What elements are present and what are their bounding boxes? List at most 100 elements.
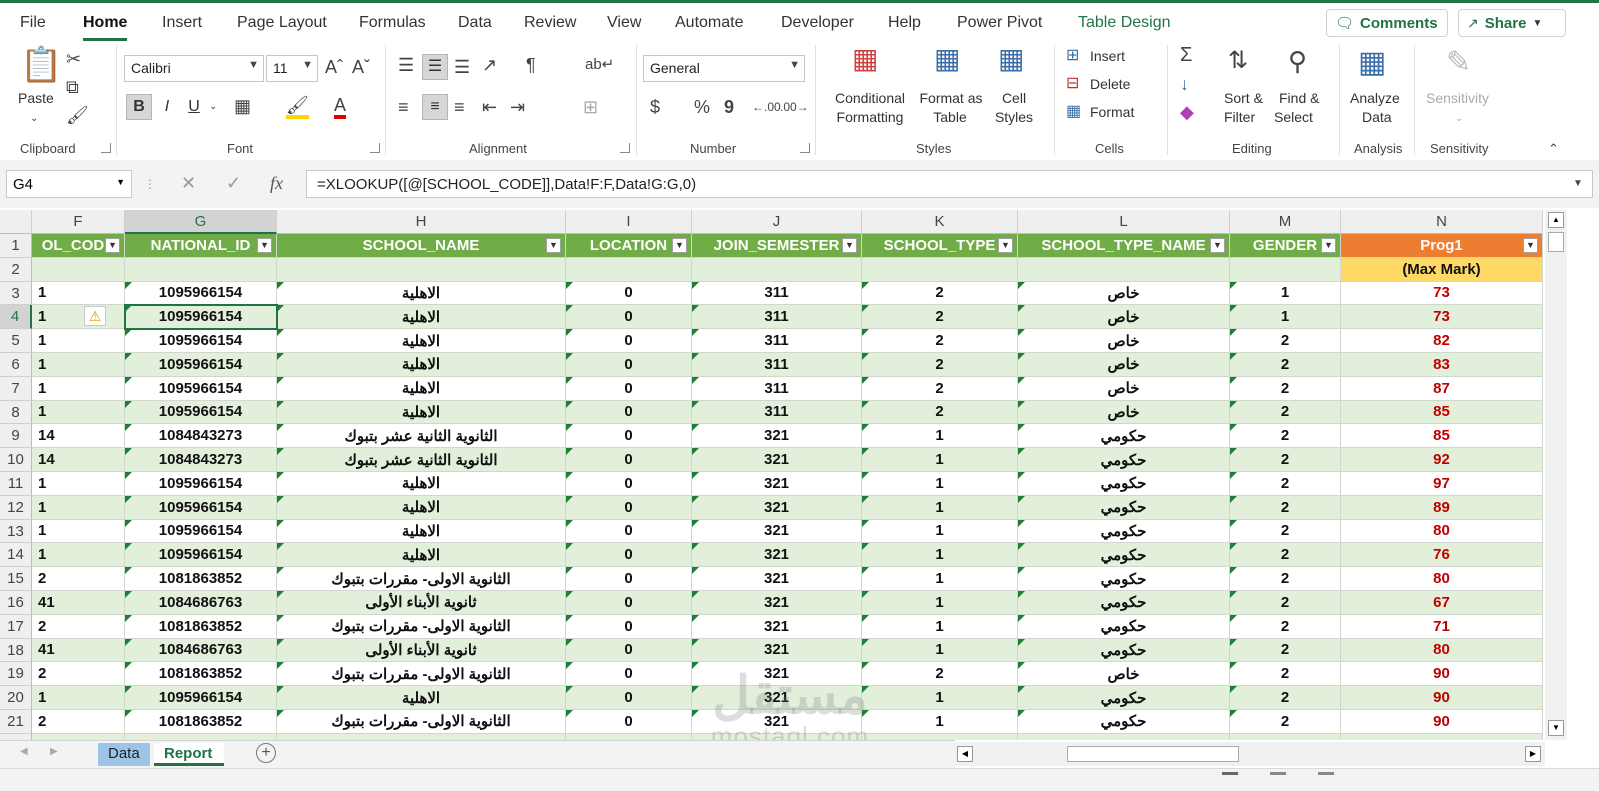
scroll-up-icon[interactable]: ▲ — [1548, 212, 1564, 228]
align-center-icon[interactable]: ≡ — [422, 94, 448, 120]
table-cell[interactable]: 321 — [692, 519, 862, 544]
table-cell[interactable]: 1081863852 — [125, 567, 277, 591]
number-format-combo[interactable]: General ▼ — [643, 55, 805, 82]
cut-icon[interactable]: ✂ — [66, 49, 81, 69]
insert-cells-icon[interactable]: ⊞ — [1066, 46, 1079, 66]
comma-format-icon[interactable]: 9 — [724, 97, 734, 117]
row-header[interactable]: 19 — [0, 662, 32, 687]
font-color-icon[interactable]: A — [334, 95, 347, 119]
alignment-launcher-icon[interactable] — [620, 143, 630, 153]
sort-filter-label-2[interactable]: Filter — [1224, 108, 1255, 127]
align-left-icon[interactable]: ≡ — [398, 97, 409, 117]
column-header-f[interactable]: F — [32, 210, 125, 234]
format-as-table-label-1[interactable]: Format as — [916, 89, 986, 108]
table-cell[interactable]: 0 — [566, 543, 692, 568]
table-cell[interactable]: حكومي — [1018, 495, 1230, 520]
table-cell[interactable]: الثانوية الاولى- مقررات بتبوك — [277, 567, 566, 591]
horizontal-scrollbar[interactable]: ◀ ▶ — [955, 742, 1545, 766]
table-cell[interactable]: 1 — [862, 591, 1018, 615]
table-cell[interactable]: 1095966154 — [125, 495, 277, 520]
vertical-scrollbar[interactable]: ▲ ▼ — [1545, 210, 1567, 740]
table-cell[interactable]: 321 — [692, 591, 862, 615]
table-cell[interactable]: 2 — [1230, 376, 1341, 401]
tab-automate[interactable]: Automate — [675, 14, 743, 32]
filter-dropdown-icon[interactable]: ▼ — [546, 238, 561, 253]
page-layout-view-icon[interactable] — [1270, 772, 1286, 787]
table-cell[interactable]: 0 — [566, 638, 692, 663]
table-cell[interactable]: 321 — [692, 448, 862, 472]
table-cell[interactable]: 82 — [1341, 329, 1543, 353]
table-cell[interactable]: 1 — [32, 400, 125, 425]
table-cell[interactable]: حكومي — [1018, 472, 1230, 496]
table-cell[interactable]: 1 — [32, 281, 125, 306]
table-cell[interactable]: حكومي — [1018, 686, 1230, 710]
analyze-data-icon[interactable]: ▦ — [1358, 47, 1386, 79]
table-cell[interactable]: 311 — [692, 376, 862, 401]
table-cell[interactable]: حكومي — [1018, 591, 1230, 615]
scroll-sheets-right-icon[interactable]: ▶ — [50, 746, 58, 757]
table-cell[interactable]: 0 — [566, 662, 692, 687]
table-cell[interactable]: 1 — [862, 710, 1018, 734]
table-header-col-h[interactable]: SCHOOL_NAME ▼ — [277, 234, 566, 258]
table-cell[interactable] — [1341, 733, 1543, 740]
table-cell[interactable]: 76 — [1341, 543, 1543, 568]
tab-formulas[interactable]: Formulas — [359, 14, 426, 32]
table-cell[interactable]: حكومي — [1018, 567, 1230, 591]
table-cell[interactable]: ثانوية الأبناء الأولى — [277, 591, 566, 615]
bold-button[interactable]: B — [126, 94, 152, 120]
table-cell[interactable]: الاهلية — [277, 353, 566, 377]
table-cell[interactable]: 0 — [566, 710, 692, 734]
decrease-decimal-icon[interactable]: .00→ — [780, 97, 809, 117]
column-header-h[interactable]: H — [277, 210, 566, 234]
paste-icon[interactable]: 📋 — [20, 47, 62, 83]
table-cell[interactable]: 80 — [1341, 519, 1543, 544]
sort-filter-label-1[interactable]: Sort & — [1224, 89, 1263, 108]
table-cell[interactable]: 2 — [1230, 400, 1341, 425]
row-header[interactable]: 2 — [0, 257, 32, 282]
table-cell[interactable]: 0 — [566, 281, 692, 306]
column-header-l[interactable]: L — [1018, 210, 1230, 234]
table-cell[interactable]: 2 — [1230, 567, 1341, 591]
table-cell[interactable] — [125, 257, 277, 282]
autosum-icon[interactable]: Σ — [1180, 45, 1192, 65]
table-cell[interactable]: 1 — [32, 472, 125, 496]
align-top-icon[interactable]: ☰ — [398, 55, 414, 75]
row-header[interactable]: 13 — [0, 519, 32, 544]
table-cell[interactable]: خاص — [1018, 353, 1230, 377]
tab-power-pivot[interactable]: Power Pivot — [957, 14, 1042, 32]
table-cell[interactable]: 1 — [862, 638, 1018, 663]
worksheet-grid[interactable]: F G H I J K L M N 1 OL_CODE ▼ NATIONAL_ID ▼ SCHOOL_NAM… — [0, 210, 1543, 740]
cell-styles-label-2[interactable]: Styles — [986, 108, 1042, 127]
fill-icon[interactable]: ↓ — [1180, 74, 1189, 94]
row-header[interactable]: 3 — [0, 281, 32, 306]
table-cell[interactable]: 0 — [566, 519, 692, 544]
sort-filter-icon[interactable]: ⇅ — [1228, 47, 1248, 75]
align-middle-icon[interactable]: ☰ — [422, 54, 448, 80]
more-options-icon[interactable]: ⋮ — [144, 174, 156, 194]
tab-review[interactable]: Review — [524, 14, 576, 32]
table-cell[interactable]: الاهلية — [277, 281, 566, 306]
table-cell[interactable]: 321 — [692, 424, 862, 449]
underline-button[interactable]: U — [181, 94, 207, 120]
table-cell[interactable] — [566, 257, 692, 282]
table-cell[interactable]: 1 — [862, 472, 1018, 496]
table-cell[interactable]: الثانوية الاولى- مقررات بتبوك — [277, 614, 566, 639]
tab-table-design[interactable]: Table Design — [1078, 14, 1171, 32]
delete-cells-label[interactable]: Delete — [1090, 75, 1130, 94]
table-cell[interactable]: خاص — [1018, 281, 1230, 306]
font-launcher-icon[interactable] — [370, 143, 380, 153]
table-cell[interactable]: 80 — [1341, 567, 1543, 591]
table-cell[interactable]: 2 — [1230, 686, 1341, 710]
table-cell[interactable]: 1081863852 — [125, 710, 277, 734]
table-cell[interactable]: 41 — [32, 591, 125, 615]
conditional-formatting-label-1[interactable]: Conditional — [828, 89, 912, 108]
table-cell[interactable]: حكومي — [1018, 424, 1230, 449]
table-cell[interactable]: 2 — [1230, 519, 1341, 544]
name-box[interactable]: G4 ▼ — [6, 170, 132, 198]
table-cell[interactable]: 1 — [862, 543, 1018, 568]
tab-help[interactable]: Help — [888, 14, 921, 32]
table-cell[interactable]: 0 — [566, 448, 692, 472]
table-cell[interactable]: 321 — [692, 472, 862, 496]
insert-cells-label[interactable]: Insert — [1090, 47, 1125, 66]
add-sheet-icon[interactable]: + — [256, 743, 276, 763]
